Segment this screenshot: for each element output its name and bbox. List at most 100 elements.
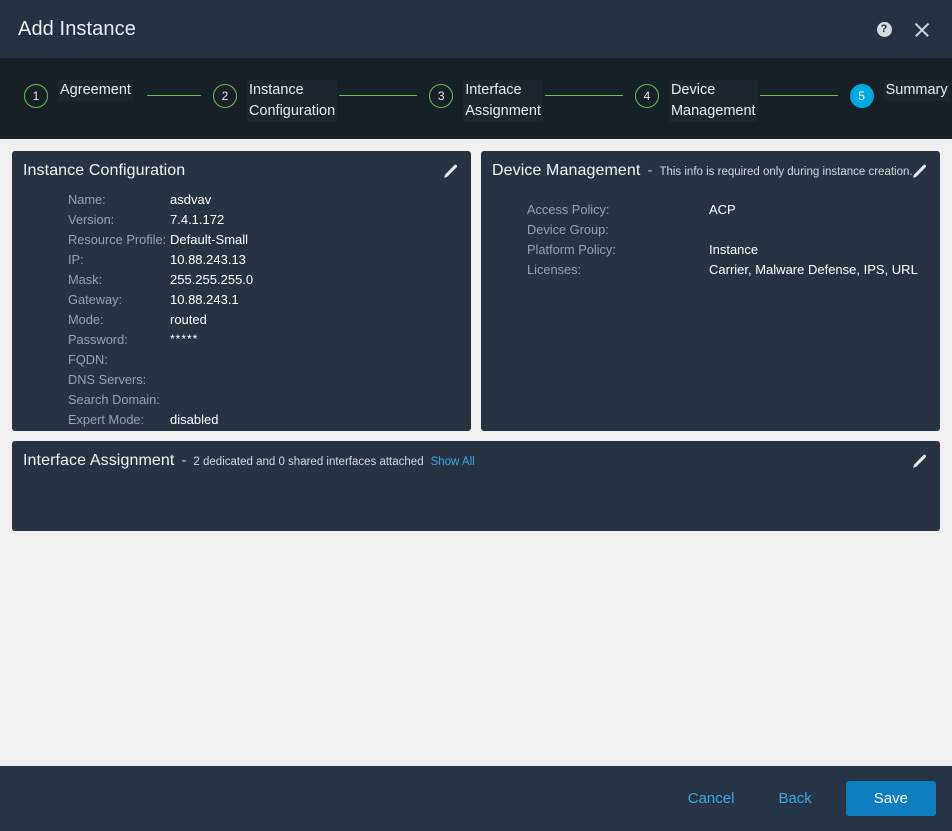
step-number-3: 3	[429, 84, 454, 108]
table-row: Expert Mode: disabled	[12, 409, 471, 429]
instance-configuration-title: Instance Configuration	[23, 162, 186, 179]
step-label-agreement: Agreement	[58, 80, 133, 101]
step-label-device-management: Device Management	[668, 80, 758, 122]
dialog-header: Add Instance ?	[0, 0, 952, 58]
help-button[interactable]: ?	[872, 17, 896, 41]
row-value-version: 7.4.1.172	[170, 211, 225, 227]
table-row: Password: *****	[12, 329, 471, 349]
row-value-mode: routed	[170, 311, 207, 327]
pencil-icon	[913, 164, 927, 178]
stepper-step-agreement[interactable]: 1 Agreement	[24, 80, 133, 108]
row-label-version: Version:	[68, 211, 115, 227]
row-label-ip: IP:	[68, 251, 84, 267]
row-label-name: Name:	[68, 191, 106, 207]
table-row: Resource Profile: Default-Small	[12, 229, 471, 249]
row-label-gateway: Gateway:	[68, 291, 123, 307]
step-number-2: 2	[212, 84, 237, 108]
table-row: Device Group:	[481, 219, 940, 239]
summary-content: Instance Configuration Name: asdvav Vers…	[0, 139, 952, 766]
device-management-header: Device Management - This info is require…	[481, 151, 940, 180]
instance-configuration-rows: Name: asdvav Version: 7.4.1.172 Resource…	[12, 180, 471, 429]
wizard-stepper: 1 Agreement 2 Instance Configuration 3 I…	[0, 58, 952, 139]
device-management-card: Device Management - This info is require…	[481, 151, 940, 431]
row-label-expert-mode: Expert Mode:	[68, 411, 145, 427]
table-row: Search Domain:	[12, 389, 471, 409]
interface-assignment-subtitle: 2 dedicated and 0 shared interfaces atta…	[193, 456, 424, 468]
table-row: Platform Policy: Instance	[481, 239, 940, 259]
interface-assignment-dash: -	[181, 452, 187, 469]
edit-interface-assignment-button[interactable]	[910, 453, 927, 470]
row-value-ip: 10.88.243.13	[170, 251, 246, 267]
stepper-connector-1	[146, 95, 201, 97]
page-title: Add Instance	[18, 17, 136, 40]
table-row: Access Policy: ACP	[481, 199, 940, 219]
device-management-rows: Access Policy: ACP Device Group: Platfor…	[481, 180, 940, 279]
close-button[interactable]	[910, 17, 934, 41]
edit-instance-configuration-button[interactable]	[441, 163, 458, 180]
step-label-instance-configuration: Instance Configuration	[246, 80, 338, 122]
row-value-access-policy: ACP	[709, 201, 736, 217]
row-label-platform-policy: Platform Policy:	[527, 241, 616, 257]
dialog-footer: Cancel Back Save	[0, 766, 952, 831]
row-label-search-domain: Search Domain:	[68, 391, 160, 407]
save-button[interactable]: Save	[845, 781, 936, 816]
pencil-icon	[444, 164, 458, 178]
row-label-dns-servers: DNS Servers:	[68, 371, 147, 387]
step-label-interface-assignment: Interface Assignment	[463, 80, 543, 122]
row-label-fqdn: FQDN:	[68, 351, 108, 367]
show-all-link[interactable]: Show All	[431, 456, 475, 468]
row-label-mode: Mode:	[68, 311, 104, 327]
row-label-mask: Mask:	[68, 271, 103, 287]
device-management-dash: -	[647, 162, 653, 179]
row-value-expert-mode: disabled	[170, 411, 219, 427]
cancel-button[interactable]: Cancel	[670, 782, 753, 815]
table-row: FQDN:	[12, 349, 471, 369]
stepper-step-instance-configuration[interactable]: 2 Instance Configuration	[212, 80, 338, 122]
row-label-licenses: Licenses:	[527, 261, 582, 277]
row-value-password: *****	[170, 332, 199, 346]
interface-assignment-card: Interface Assignment - 2 dedicated and 0…	[12, 441, 940, 531]
row-value-licenses: Carrier, Malware Defense, IPS, URL	[709, 261, 918, 277]
row-value-gateway: 10.88.243.1	[170, 291, 239, 307]
add-instance-dialog: Add Instance ? 1 Agreement 2 Instance Co…	[0, 0, 952, 831]
instance-configuration-card: Instance Configuration Name: asdvav Vers…	[12, 151, 471, 431]
row-label-password: Password:	[68, 331, 128, 347]
close-icon	[912, 19, 932, 39]
device-management-subtitle: This info is required only during instan…	[659, 166, 913, 178]
back-button[interactable]: Back	[760, 782, 829, 815]
pencil-icon	[913, 454, 927, 468]
stepper-connector-3	[544, 95, 623, 97]
table-row: Name: asdvav	[12, 189, 471, 209]
table-row: Mask: 255.255.255.0	[12, 269, 471, 289]
table-row: DNS Servers:	[12, 369, 471, 389]
instance-configuration-header: Instance Configuration	[12, 151, 471, 180]
row-value-mask: 255.255.255.0	[170, 271, 254, 287]
step-number-5: 5	[849, 84, 874, 108]
header-actions: ?	[872, 17, 934, 41]
table-row: Mode: routed	[12, 309, 471, 329]
stepper-track: 1 Agreement 2 Instance Configuration 3 I…	[0, 80, 952, 122]
table-row: Version: 7.4.1.172	[12, 209, 471, 229]
row-value-resource-profile: Default-Small	[170, 231, 249, 247]
step-number-1: 1	[24, 84, 48, 108]
row-value-name: asdvav	[170, 191, 212, 207]
interface-assignment-header: Interface Assignment - 2 dedicated and 0…	[12, 441, 940, 470]
stepper-step-device-management[interactable]: 4 Device Management	[634, 80, 758, 122]
row-label-access-policy: Access Policy:	[527, 201, 610, 217]
step-number-4: 4	[634, 84, 659, 108]
row-value-platform-policy: Instance	[709, 241, 759, 257]
summary-cards-row: Instance Configuration Name: asdvav Vers…	[12, 151, 940, 431]
help-circle-icon: ?	[876, 21, 892, 37]
interface-assignment-title: Interface Assignment	[23, 452, 175, 469]
stepper-connector-2	[339, 95, 418, 97]
table-row: Gateway: 10.88.243.1	[12, 289, 471, 309]
stepper-step-interface-assignment[interactable]: 3 Interface Assignment	[429, 80, 543, 122]
step-label-summary: Summary	[883, 80, 950, 101]
stepper-step-summary[interactable]: 5 Summary	[849, 80, 950, 108]
edit-device-management-button[interactable]	[910, 163, 927, 180]
stepper-connector-4	[759, 95, 838, 97]
row-label-device-group: Device Group:	[527, 221, 609, 237]
table-row: IP: 10.88.243.13	[12, 249, 471, 269]
device-management-title: Device Management	[492, 162, 641, 179]
row-label-resource-profile: Resource Profile:	[68, 231, 167, 247]
